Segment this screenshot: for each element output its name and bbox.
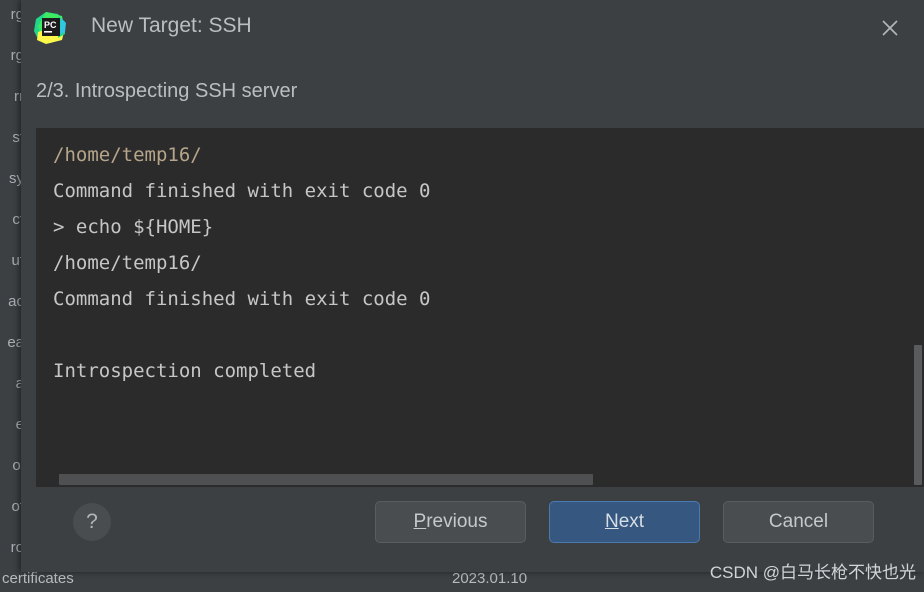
console-vertical-scrollbar[interactable] bbox=[914, 128, 924, 487]
step-progress-label: 2/3. Introspecting SSH server bbox=[36, 80, 298, 102]
background-left-strip: rg rg rr st sy ct ut ac ea a e ol ot ro bbox=[0, 0, 21, 592]
close-icon[interactable] bbox=[872, 10, 908, 46]
background-left-row: rr bbox=[14, 88, 21, 105]
console-horizontal-scrollbar[interactable] bbox=[36, 473, 924, 487]
background-left-row: ut bbox=[11, 252, 21, 269]
pycharm-icon: PC bbox=[32, 10, 68, 46]
background-certificates-label: certificates bbox=[2, 572, 74, 587]
button-label: ext bbox=[618, 511, 645, 532]
dialog-button-row: Previous Next Cancel bbox=[375, 501, 874, 543]
background-left-row: e bbox=[15, 416, 21, 433]
console-line: > echo ${HOME} bbox=[53, 216, 214, 238]
new-target-ssh-dialog: PC New Target: SSH 2/3. Introspecting SS… bbox=[21, 0, 924, 572]
console-vertical-scrollbar-thumb[interactable] bbox=[914, 345, 922, 485]
dialog-header: PC New Target: SSH bbox=[21, 0, 924, 62]
button-mnemonic: P bbox=[413, 511, 427, 532]
console-horizontal-scrollbar-thumb[interactable] bbox=[59, 474, 593, 485]
background-left-row: rg bbox=[10, 6, 21, 23]
console-line: /home/temp16/ bbox=[53, 252, 202, 274]
introspection-console[interactable]: /home/temp16/ Command finished with exit… bbox=[36, 128, 924, 487]
background-left-row: ot bbox=[11, 498, 21, 515]
background-left-row: ol bbox=[12, 457, 21, 474]
background-left-row: ac bbox=[8, 293, 21, 310]
background-left-row: ct bbox=[12, 211, 21, 228]
csdn-watermark: CSDN @白马长枪不快也光 bbox=[709, 563, 916, 582]
background-left-row: st bbox=[12, 129, 21, 146]
console-clipped-line: /home/temp16/ bbox=[53, 144, 202, 166]
background-left-row: ea bbox=[7, 334, 21, 351]
button-mnemonic: N bbox=[604, 511, 619, 532]
svg-text:PC: PC bbox=[44, 20, 57, 30]
dialog-title: New Target: SSH bbox=[91, 14, 252, 37]
background-left-row: sy bbox=[9, 170, 21, 187]
background-left-row: rg bbox=[10, 47, 21, 64]
console-line: Introspection completed bbox=[53, 360, 317, 382]
button-label: revious bbox=[426, 511, 488, 532]
cancel-button[interactable]: Cancel bbox=[723, 501, 874, 543]
next-button[interactable]: Next bbox=[549, 501, 700, 543]
console-line: Command finished with exit code 0 bbox=[53, 180, 431, 202]
background-left-row: ro bbox=[10, 539, 21, 556]
background-left-row: a bbox=[15, 375, 21, 392]
help-button[interactable]: ? bbox=[73, 503, 111, 541]
console-output-text: /home/temp16/ Command finished with exit… bbox=[53, 137, 431, 389]
background-date-label: 2023.01.10 bbox=[452, 572, 528, 587]
button-label: Cancel bbox=[768, 511, 829, 532]
console-line: Command finished with exit code 0 bbox=[53, 288, 431, 310]
previous-button[interactable]: Previous bbox=[375, 501, 526, 543]
